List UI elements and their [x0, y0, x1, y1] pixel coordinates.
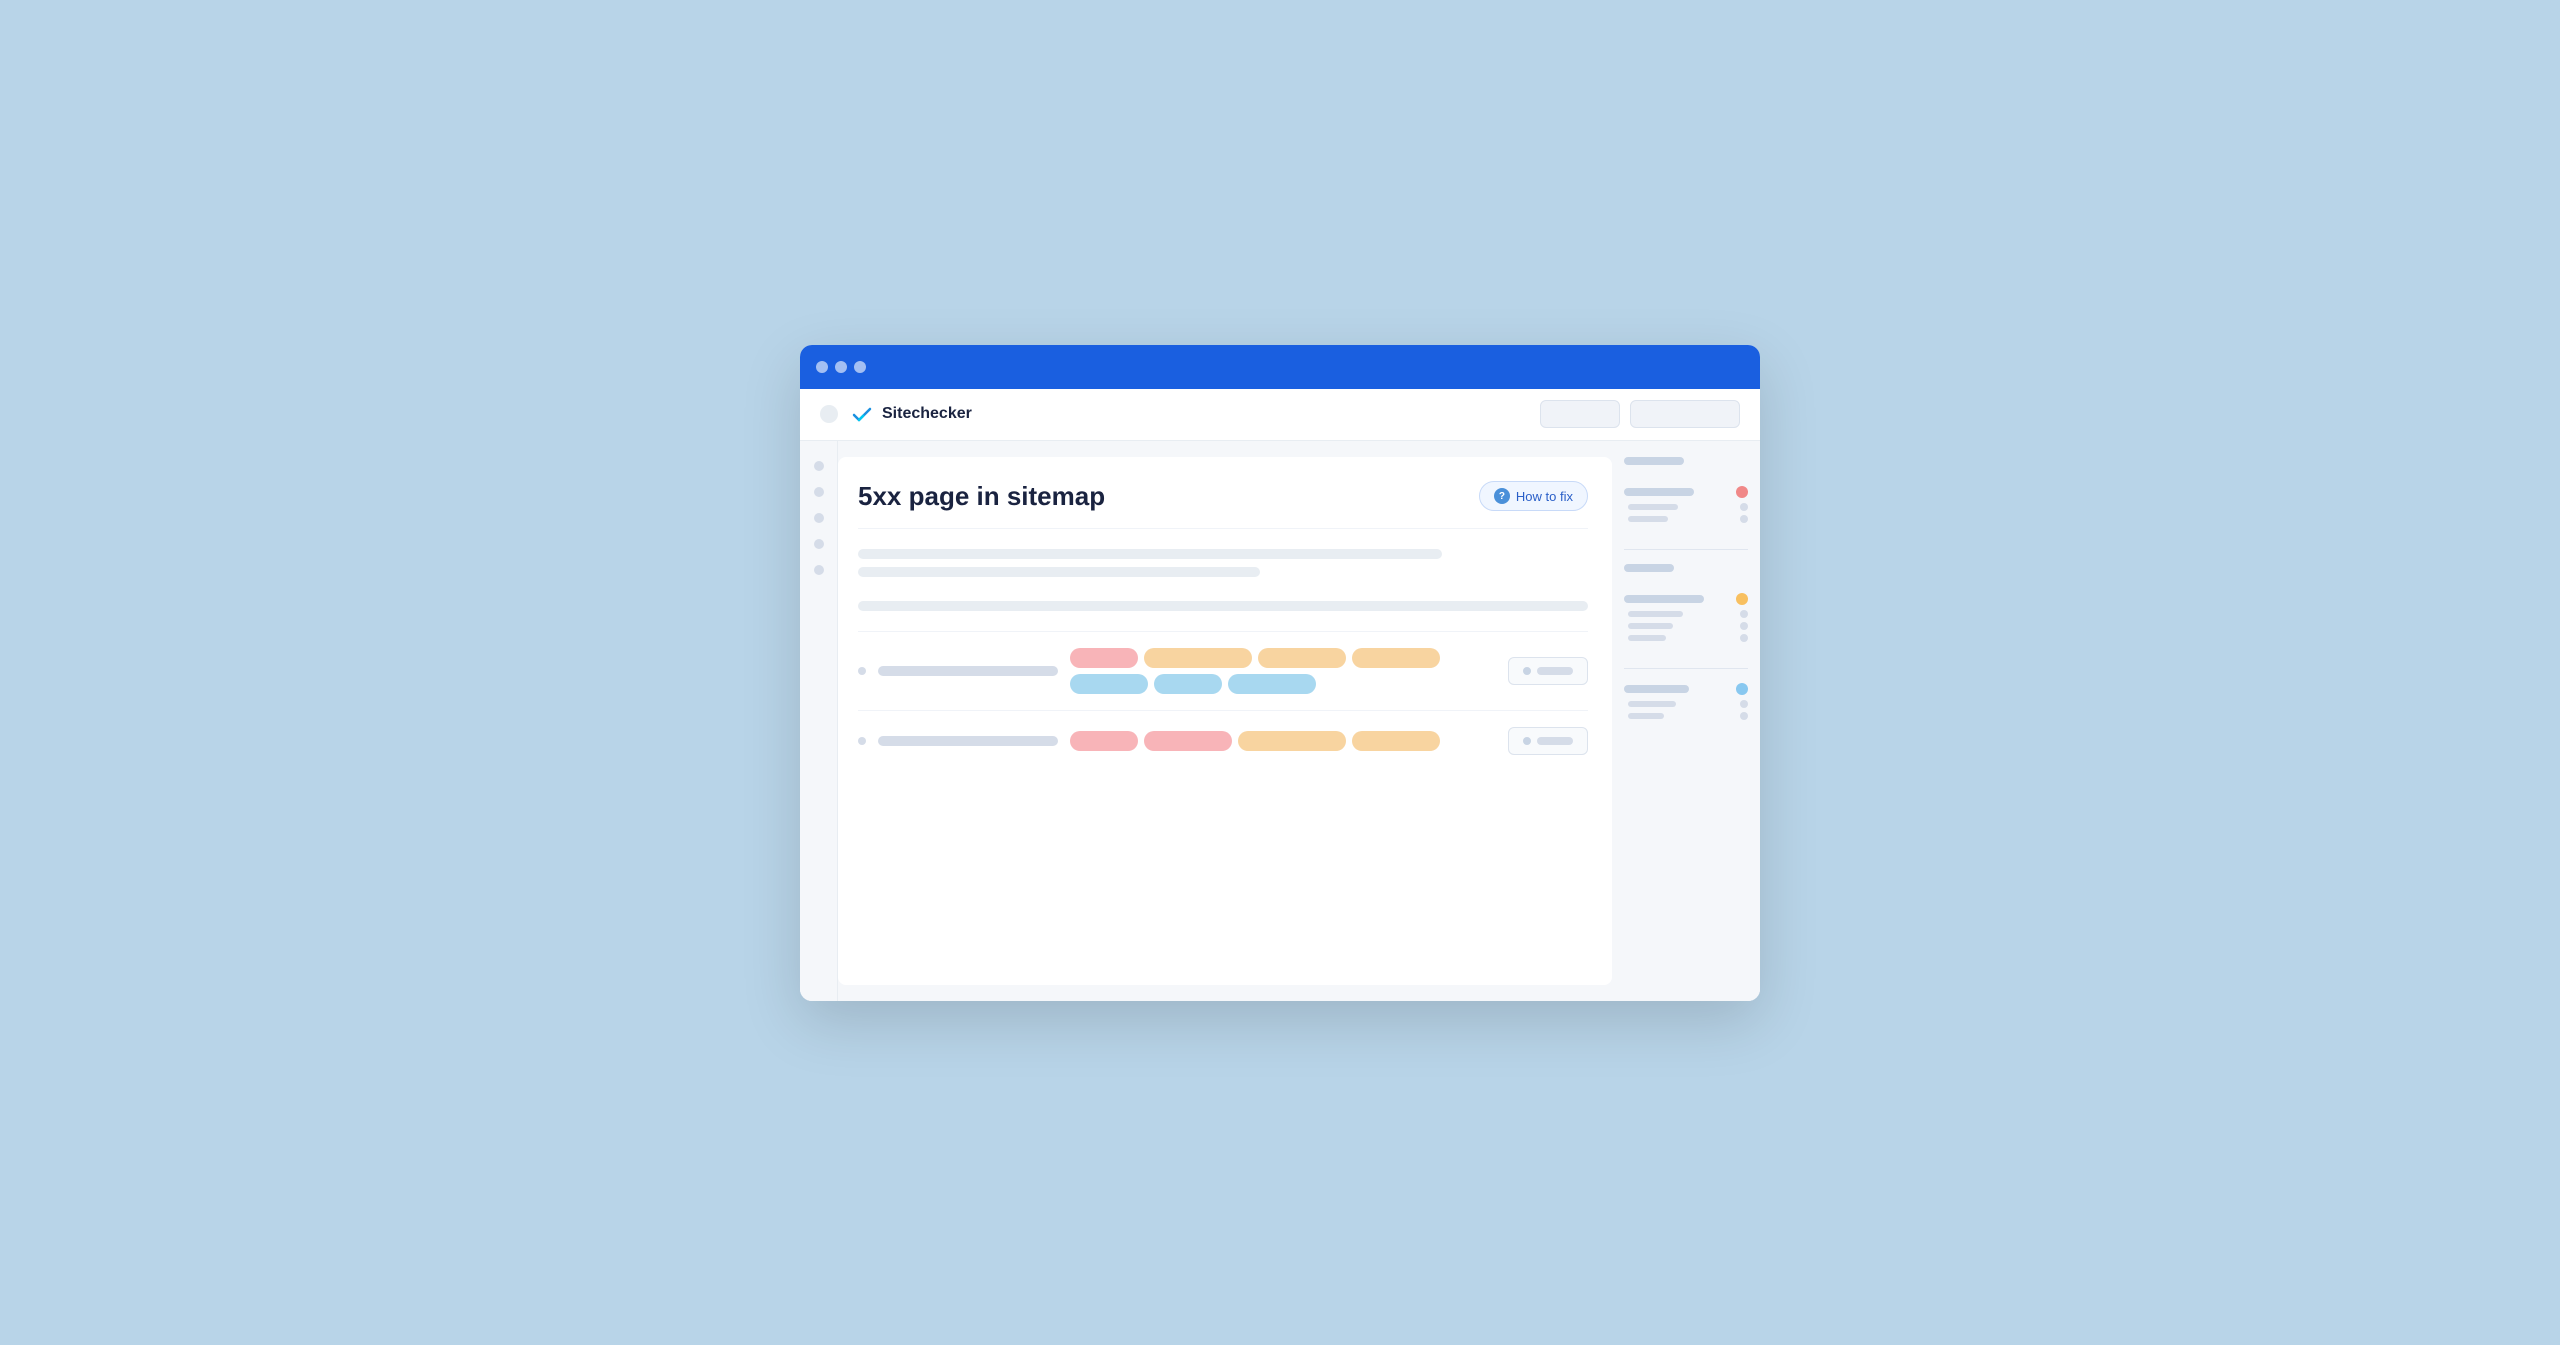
table-row	[858, 710, 1588, 771]
sr-sub-line-4	[1628, 623, 1673, 629]
sr-badge-orange	[1736, 593, 1748, 605]
row-tags	[1070, 648, 1496, 694]
action-line	[1537, 667, 1573, 675]
traffic-light-3	[854, 361, 866, 373]
traffic-light-1	[816, 361, 828, 373]
sr-group-5	[1624, 683, 1748, 724]
how-to-fix-label: How to fix	[1516, 489, 1573, 504]
table-row	[858, 631, 1588, 710]
sr-row-4	[1624, 593, 1748, 605]
sr-sub-row-7	[1624, 712, 1748, 720]
tag-orange-3	[1352, 648, 1440, 668]
sr-divider-1	[1624, 549, 1748, 550]
traffic-light-2	[835, 361, 847, 373]
sr-sub-line-5	[1628, 635, 1666, 641]
sr-group-2	[1624, 486, 1748, 527]
sidebar-dot-1	[814, 461, 824, 471]
sidebar-dot-5	[814, 565, 824, 575]
toolbar-buttons	[1540, 400, 1740, 428]
sr-row-5	[1624, 683, 1748, 695]
tag-pink-3	[1144, 731, 1232, 751]
row-url	[878, 666, 1058, 676]
logo-text: Sitechecker	[882, 405, 972, 423]
sr-sub-line-7	[1628, 713, 1664, 719]
browser-toolbar: Sitechecker	[800, 389, 1760, 441]
sr-line-1	[1624, 457, 1684, 465]
tag-blue-3	[1228, 674, 1316, 694]
sr-sub-dot-6	[1740, 700, 1748, 708]
how-to-fix-button[interactable]: ? How to fix	[1479, 481, 1588, 511]
sr-sub-line-1	[1628, 504, 1678, 510]
sr-sub-line-3	[1628, 611, 1683, 617]
sidebar-dot-3	[814, 513, 824, 523]
sr-sub-row-3	[1624, 610, 1748, 618]
sr-sub-dot-1	[1740, 503, 1748, 511]
sr-group-4	[1624, 593, 1748, 646]
sr-sub-dot-7	[1740, 712, 1748, 720]
description-lines	[858, 549, 1588, 577]
tag-orange-2	[1258, 648, 1346, 668]
browser-window: Sitechecker 5xx page in sitemap ? How to…	[800, 345, 1760, 1001]
tag-pink-2	[1070, 731, 1138, 751]
sr-group-3	[1624, 564, 1748, 577]
content-header: 5xx page in sitemap ? How to fix	[858, 481, 1588, 529]
row-action-2[interactable]	[1508, 727, 1588, 755]
browser-body: 5xx page in sitemap ? How to fix	[800, 441, 1760, 1001]
sr-sub-row-1	[1624, 503, 1748, 511]
sr-line-2	[1624, 488, 1694, 496]
browser-titlebar	[800, 345, 1760, 389]
sidebar-dot-4	[814, 539, 824, 549]
sr-line-4	[1624, 595, 1704, 603]
sr-badge-blue	[1736, 683, 1748, 695]
traffic-lights	[816, 361, 866, 373]
sr-sub-row-4	[1624, 622, 1748, 630]
toolbar-btn-1[interactable]	[1540, 400, 1620, 428]
page-title: 5xx page in sitemap	[858, 481, 1105, 512]
sr-row-1	[1624, 457, 1748, 465]
tag-blue-2	[1154, 674, 1222, 694]
sr-sub-row-6	[1624, 700, 1748, 708]
sr-group-1	[1624, 457, 1748, 470]
row-tags-2	[1070, 731, 1496, 751]
sitechecker-logo-icon	[850, 402, 874, 426]
action-dot-2	[1523, 737, 1531, 745]
sr-line-3	[1624, 564, 1674, 572]
action-line-2	[1537, 737, 1573, 745]
sidebar-right	[1612, 441, 1760, 1001]
tag-blue-1	[1070, 674, 1148, 694]
toolbar-btn-2[interactable]	[1630, 400, 1740, 428]
action-dot	[1523, 667, 1531, 675]
sr-sub-row-5	[1624, 634, 1748, 642]
sidebar-dot-2	[814, 487, 824, 497]
sr-line-5	[1624, 685, 1689, 693]
main-content: 5xx page in sitemap ? How to fix	[838, 457, 1612, 985]
sidebar-left	[800, 441, 838, 1001]
sr-row-3	[1624, 564, 1748, 572]
sr-sub-dot-5	[1740, 634, 1748, 642]
row-indicator-2	[858, 737, 866, 745]
tag-orange-1	[1144, 648, 1252, 668]
sr-sub-line-6	[1628, 701, 1676, 707]
sr-sub-row-2	[1624, 515, 1748, 523]
sr-badge-red	[1736, 486, 1748, 498]
row-action[interactable]	[1508, 657, 1588, 685]
row-indicator	[858, 667, 866, 675]
desc-line-1	[858, 549, 1442, 559]
logo-area: Sitechecker	[850, 402, 1528, 426]
filter-bar	[858, 601, 1588, 611]
tag-orange-4	[1238, 731, 1346, 751]
sr-sub-dot-4	[1740, 622, 1748, 630]
sr-row-2	[1624, 486, 1748, 498]
sr-sub-dot-2	[1740, 515, 1748, 523]
desc-line-2	[858, 567, 1260, 577]
tag-orange-5	[1352, 731, 1440, 751]
tag-pink-1	[1070, 648, 1138, 668]
sr-divider-2	[1624, 668, 1748, 669]
row-url-2	[878, 736, 1058, 746]
data-table	[858, 631, 1588, 771]
sr-sub-line-2	[1628, 516, 1668, 522]
sr-sub-dot-3	[1740, 610, 1748, 618]
how-to-fix-icon: ?	[1494, 488, 1510, 504]
nav-back-circle	[820, 405, 838, 423]
